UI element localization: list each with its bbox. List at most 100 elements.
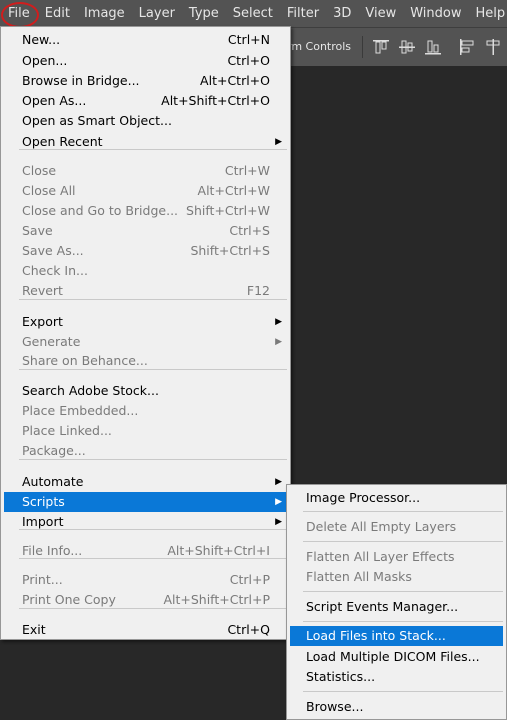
menu-window[interactable]: Window: [403, 0, 468, 27]
scripts-menu-item-flatten-all-layer-effects[interactable]: Flatten All Layer Effects: [290, 547, 503, 567]
menu-item-label: Share on Behance...: [22, 353, 148, 368]
scripts-menu-item-script-events-manager[interactable]: Script Events Manager...: [290, 597, 503, 617]
align-top-edges-icon[interactable]: [372, 38, 390, 56]
menu-item-label: Open...: [22, 53, 68, 68]
menu-item-label: Place Linked...: [22, 423, 112, 438]
menu-view[interactable]: View: [358, 0, 403, 27]
menu-item-label: Open As...: [22, 93, 87, 108]
menu-item-label: Browse in Bridge...: [22, 73, 140, 88]
file-menu-item-exit[interactable]: Exit Ctrl+Q: [4, 620, 287, 640]
menu-item-label: Scripts: [22, 494, 65, 509]
menu-image[interactable]: Image: [77, 0, 132, 27]
file-menu-item-check-in[interactable]: Check In...: [4, 261, 287, 281]
menu-item-label: Open as Smart Object...: [22, 113, 172, 128]
menu-separator: [303, 541, 503, 542]
file-menu-item-share-on-behance[interactable]: Share on Behance...: [4, 351, 287, 371]
menu-separator: [19, 369, 287, 370]
file-menu-item-close-all[interactable]: Close All Alt+Ctrl+W: [4, 181, 287, 201]
menu-select[interactable]: Select: [226, 0, 280, 27]
file-menu-item-save[interactable]: Save Ctrl+S: [4, 221, 287, 241]
menu-separator: [19, 558, 287, 559]
menu-item-label: Close All: [22, 183, 76, 198]
menu-item-label: Package...: [22, 443, 86, 458]
submenu-arrow-icon: ▶: [275, 477, 282, 487]
scripts-menu-item-browse[interactable]: Browse...: [290, 697, 503, 717]
file-menu-item-print[interactable]: Print... Ctrl+P: [4, 570, 287, 590]
file-menu-item-open-as[interactable]: Open As... Alt+Shift+Ctrl+O: [4, 91, 287, 111]
scripts-menu-item-load-files-into-stack[interactable]: Load Files into Stack...: [290, 626, 503, 646]
menu-item-label: Load Files into Stack...: [306, 628, 446, 643]
menu-separator: [19, 529, 287, 530]
file-menu-item-revert[interactable]: Revert F12: [4, 281, 287, 301]
scripts-menu-item-flatten-all-masks[interactable]: Flatten All Masks: [290, 567, 503, 587]
menu-item-label: Load Multiple DICOM Files...: [306, 649, 480, 664]
menu-item-shortcut: Ctrl+P: [229, 572, 270, 587]
file-menu-item-generate[interactable]: Generate ▶: [4, 332, 287, 352]
menu-item-label: Delete All Empty Layers: [306, 519, 457, 534]
file-menu-item-browse-in-bridge[interactable]: Browse in Bridge... Alt+Ctrl+O: [4, 71, 287, 91]
file-menu-item-package[interactable]: Package...: [4, 441, 287, 461]
align-left-edges-icon[interactable]: [458, 38, 476, 56]
scripts-menu-item-delete-all-empty-layers[interactable]: Delete All Empty Layers: [290, 517, 503, 537]
menu-item-shortcut: Ctrl+W: [224, 163, 270, 178]
file-menu-item-export[interactable]: Export ▶: [4, 312, 287, 332]
menu-item-shortcut: Ctrl+O: [227, 53, 270, 68]
menu-type[interactable]: Type: [182, 0, 226, 27]
annotation-circle: [1, 2, 39, 28]
scripts-menu-item-image-processor[interactable]: Image Processor...: [290, 488, 503, 508]
menu-item-label: Print One Copy: [22, 592, 116, 607]
file-menu-item-place-linked[interactable]: Place Linked...: [4, 421, 287, 441]
menu-item-label: Generate: [22, 334, 81, 349]
menu-item-shortcut: Ctrl+Q: [227, 622, 270, 637]
file-menu-item-search-adobe-stock[interactable]: Search Adobe Stock...: [4, 381, 287, 401]
scripts-menu-item-statistics[interactable]: Statistics...: [290, 667, 503, 687]
submenu-arrow-icon: ▶: [275, 497, 282, 507]
file-menu-item-new[interactable]: New... Ctrl+N: [4, 30, 287, 50]
menu-help[interactable]: Help: [469, 0, 507, 27]
menu-edit[interactable]: Edit: [38, 0, 77, 27]
menu-item-label: Image Processor...: [306, 490, 421, 505]
file-menu-item-automate[interactable]: Automate ▶: [4, 472, 287, 492]
menu-item-label: Script Events Manager...: [306, 599, 459, 614]
file-menu-item-print-one-copy[interactable]: Print One Copy Alt+Shift+Ctrl+P: [4, 590, 287, 610]
menu-item-label: Print...: [22, 572, 63, 587]
menu-separator: [19, 299, 287, 300]
menu-separator: [303, 621, 503, 622]
menu-layer[interactable]: Layer: [132, 0, 182, 27]
align-horizontal-centers-icon[interactable]: [484, 38, 502, 56]
menu-3d[interactable]: 3D: [326, 0, 358, 27]
scripts-submenu: Image Processor... Delete All Empty Layer…: [286, 484, 507, 720]
menu-item-label: Close: [22, 163, 57, 178]
menu-separator: [303, 591, 503, 592]
menu-separator: [19, 459, 287, 460]
file-menu-item-open[interactable]: Open... Ctrl+O: [4, 51, 287, 71]
file-menu-item-place-embedded[interactable]: Place Embedded...: [4, 401, 287, 421]
menu-item-label: Export: [22, 314, 63, 329]
align-bottom-edges-icon[interactable]: [424, 38, 442, 56]
file-menu-item-open-as-smart-object[interactable]: Open as Smart Object...: [4, 111, 287, 131]
align-vertical-centers-icon[interactable]: [398, 38, 416, 56]
menu-item-label: Automate: [22, 474, 84, 489]
file-menu-item-close[interactable]: Close Ctrl+W: [4, 161, 287, 181]
menu-item-label: Flatten All Masks: [306, 569, 412, 584]
show-transform-controls-label[interactable]: rm Controls: [287, 40, 351, 53]
menu-item-shortcut: Ctrl+S: [229, 223, 270, 238]
menu-filter[interactable]: Filter: [280, 0, 326, 27]
menu-separator: [19, 608, 287, 609]
menu-item-shortcut: Ctrl+N: [227, 32, 270, 47]
menu-item-shortcut: Shift+Ctrl+W: [186, 203, 270, 218]
menu-item-label: Flatten All Layer Effects: [306, 549, 455, 564]
file-menu-item-scripts[interactable]: Scripts ▶: [4, 492, 287, 512]
scripts-menu-item-load-multiple-dicom-files[interactable]: Load Multiple DICOM Files...: [290, 647, 503, 667]
file-menu-item-close-and-go-to-bridge[interactable]: Close and Go to Bridge... Shift+Ctrl+W: [4, 201, 287, 221]
menu-separator: [19, 149, 287, 150]
file-menu: New... Ctrl+N Open... Ctrl+O Browse in Bridg…: [0, 26, 291, 640]
menu-item-label: Exit: [22, 622, 46, 637]
menu-item-shortcut: Shift+Ctrl+S: [190, 243, 270, 258]
menu-item-label: Browse...: [306, 699, 364, 714]
menu-item-shortcut: Alt+Shift+Ctrl+P: [163, 592, 270, 607]
menu-item-label: Revert: [22, 283, 63, 298]
submenu-arrow-icon: ▶: [275, 317, 282, 327]
file-menu-item-save-as[interactable]: Save As... Shift+Ctrl+S: [4, 241, 287, 261]
menu-item-label: Close and Go to Bridge...: [22, 203, 179, 218]
